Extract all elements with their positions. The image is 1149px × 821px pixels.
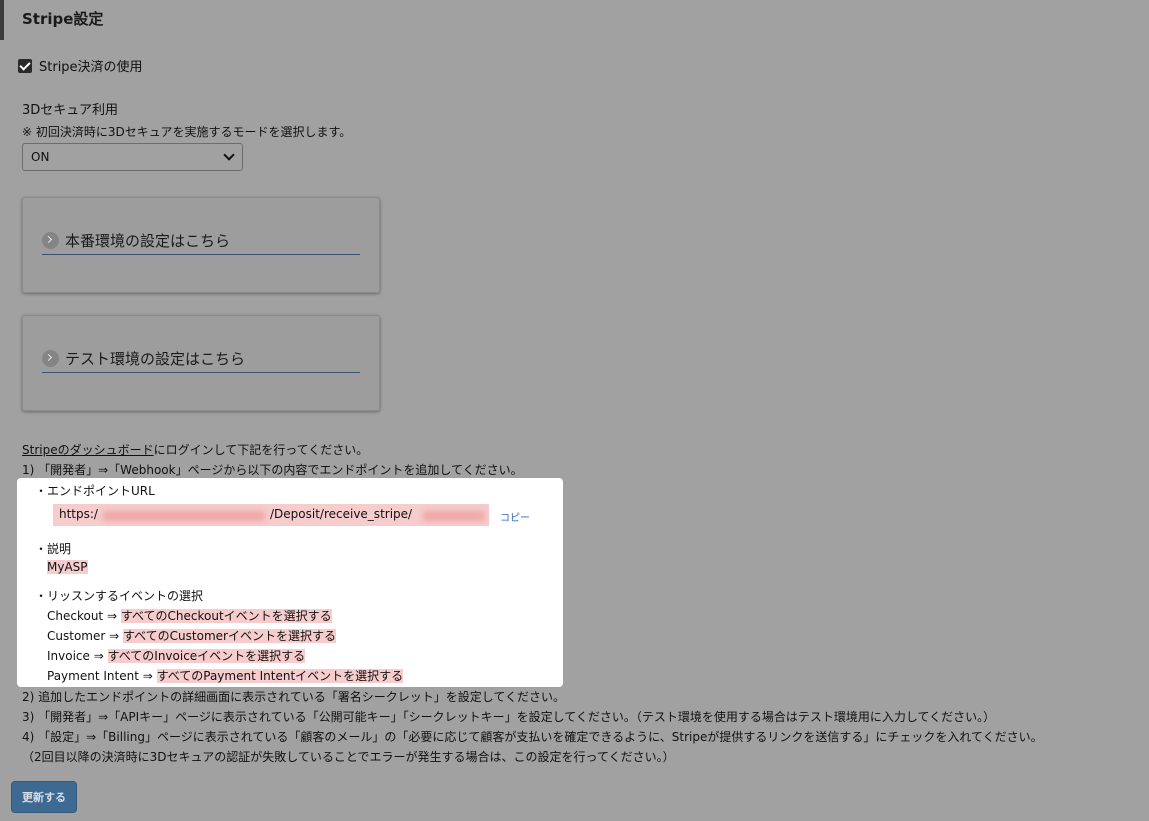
use-stripe-checkbox[interactable] xyxy=(18,58,32,73)
chevron-right-icon xyxy=(42,349,59,367)
event-item: Payment Intent ⇒ すべてのPayment Intentイベントを… xyxy=(47,669,404,683)
redacted-domain xyxy=(103,511,265,521)
use-stripe-label: Stripe決済の使用 xyxy=(39,60,143,75)
endpoint-url-prefix: https:/ xyxy=(59,507,98,521)
event-item: Checkout ⇒ すべてのCheckoutイベントを選択する xyxy=(47,609,332,623)
redacted-id xyxy=(423,511,485,521)
update-button[interactable]: 更新する xyxy=(11,781,77,813)
endpoint-url-path: /Deposit/receive_stripe/ xyxy=(270,507,413,521)
secure3d-label: 3Dセキュア利用 xyxy=(22,103,119,118)
instruction-step-4-note: （2回目以降の決済時に3Dセキュアの認証が失敗していることでエラーが発生する場合… xyxy=(22,750,675,764)
production-settings-toggle[interactable]: 本番環境の設定はこちら xyxy=(42,226,360,255)
endpoint-url-label: ・エンドポイントURL xyxy=(35,484,155,498)
secure3d-selected-value: ON xyxy=(31,150,50,164)
stripe-dashboard-link[interactable]: Stripeのダッシュボード xyxy=(22,443,154,457)
event-item: Customer ⇒ すべてのCustomerイベントを選択する xyxy=(47,629,336,643)
chevron-down-icon xyxy=(223,149,235,161)
secure3d-select[interactable]: ON xyxy=(22,143,243,171)
event-item: Invoice ⇒ すべてのInvoiceイベントを選択する xyxy=(47,649,306,663)
test-settings-label: テスト環境の設定はこちら xyxy=(65,349,246,368)
production-settings-label: 本番環境の設定はこちら xyxy=(65,231,231,250)
instruction-step-1: 1) 「開発者」⇒「Webhook」ページから以下の内容でエンドポイントを追加し… xyxy=(22,463,523,477)
instruction-step-4: 4) 「設定」⇒「Billing」ページに表示されている「顧客のメール」の「必要… xyxy=(22,730,1043,744)
page-title: Stripe設定 xyxy=(22,10,104,28)
chevron-right-icon xyxy=(42,231,59,249)
test-settings-toggle[interactable]: テスト環境の設定はこちら xyxy=(42,344,360,373)
instruction-step-3: 3) 「開発者」⇒「APIキー」ページに表示されている「公開可能キー」「シークレ… xyxy=(22,710,996,724)
secure3d-note: ※ 初回決済時に3Dセキュアを実施するモードを選択します。 xyxy=(22,125,352,139)
instructions-intro: Stripeのダッシュボードにログインして下記を行ってください。 xyxy=(22,441,368,458)
events-label: ・リッスンするイベントの選択 xyxy=(35,589,204,603)
endpoint-url-field: https:/ /Deposit/receive_stripe/ xyxy=(53,504,489,526)
use-stripe-checkbox-row[interactable]: Stripe決済の使用 xyxy=(18,56,143,75)
description-value: MyASP xyxy=(47,560,88,574)
webhook-details-popup: ・エンドポイントURL https:/ /Deposit/receive_str… xyxy=(17,478,563,687)
production-settings-card: 本番環境の設定はこちら xyxy=(22,197,380,293)
description-label: ・説明 xyxy=(35,542,72,556)
copy-url-button[interactable]: コピー xyxy=(500,509,530,524)
instruction-step-2: 2) 追加したエンドポイントの詳細画面に表示されている「署名シークレット」を設定… xyxy=(22,690,566,704)
page-header: Stripe設定 xyxy=(0,0,1149,40)
test-settings-card: テスト環境の設定はこちら xyxy=(22,315,380,411)
intro-text: にログインして下記を行ってください。 xyxy=(153,443,369,457)
